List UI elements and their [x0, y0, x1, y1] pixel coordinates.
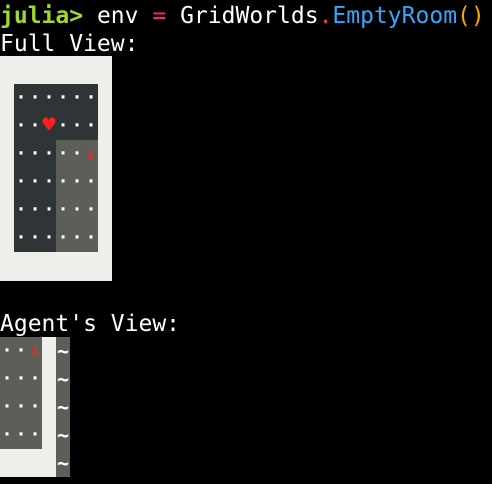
empty-cell: ·: [70, 140, 84, 168]
agent-view-label: Agent's View:: [0, 311, 181, 337]
agent-down-arrow-icon: ↓: [85, 143, 97, 164]
unknown-cell: ~: [56, 421, 70, 449]
empty-cell: ·: [28, 365, 42, 393]
empty-cell: ·: [28, 393, 42, 421]
empty-cell: ·: [0, 337, 14, 365]
empty-cell: ·: [28, 196, 42, 224]
empty-cell: ·: [56, 196, 70, 224]
goal-heart-icon: ♥: [42, 113, 56, 138]
empty-cell: ·: [42, 84, 56, 112]
variable-name: env: [96, 3, 139, 29]
empty-cell: ·: [0, 393, 14, 421]
empty-cell: ·: [56, 84, 70, 112]
out-of-bounds-cell: [42, 449, 56, 477]
empty-cell: ·: [42, 168, 56, 196]
empty-cell: ·: [70, 168, 84, 196]
empty-cell: ·: [70, 112, 84, 140]
empty-cell: ·: [42, 224, 56, 252]
empty-cell: ·: [84, 196, 98, 224]
empty-cell: ·: [14, 224, 28, 252]
empty-cell: ·: [56, 224, 70, 252]
empty-cell: ·: [84, 84, 98, 112]
empty-cell: ·: [28, 168, 42, 196]
goal-cell: ♥: [42, 112, 56, 140]
unknown-cell: ~: [56, 449, 70, 477]
empty-cell: ·: [56, 140, 70, 168]
agent-view-panel: · · ↓ ~ · · · ~ · · · ~ · · · ~ ~: [0, 337, 70, 477]
agent-down-arrow-icon: ↓: [29, 340, 41, 361]
full-view-grid: · · · · · · · · ♥ · · · · · · · · ↓ · · · · · · · · · · · · · · · · · ·: [14, 84, 98, 252]
agent-cell: ↓: [28, 337, 42, 365]
empty-cell: ·: [42, 140, 56, 168]
empty-cell: ·: [56, 168, 70, 196]
empty-cell: ·: [28, 224, 42, 252]
empty-cell: ·: [14, 393, 28, 421]
empty-cell: ·: [42, 196, 56, 224]
empty-cell: ·: [0, 421, 14, 449]
empty-cell: ·: [70, 196, 84, 224]
module-dot: .: [318, 3, 333, 29]
empty-cell: ·: [14, 196, 28, 224]
out-of-bounds-cell: [42, 337, 56, 365]
constructor-name: EmptyRoom: [332, 3, 458, 29]
out-of-bounds-cell: [0, 449, 14, 477]
empty-cell: ·: [14, 421, 28, 449]
repl-command-line: julia> env = GridWorlds.EmptyRoom(): [0, 2, 485, 30]
out-of-bounds-cell: [28, 449, 42, 477]
agent-view-grid: · · ↓ ~ · · · ~ · · · ~ · · · ~ ~: [0, 337, 70, 477]
empty-cell: ·: [28, 421, 42, 449]
module-name: GridWorlds: [180, 3, 319, 29]
empty-cell: ·: [14, 140, 28, 168]
out-of-bounds-cell: [42, 421, 56, 449]
agent-cell: ↓: [84, 140, 98, 168]
empty-cell: ·: [84, 224, 98, 252]
full-view-panel: · · · · · · · · ♥ · · · · · · · · ↓ · · · · · · · · · · · · · · · · · ·: [0, 56, 112, 281]
empty-cell: ·: [84, 168, 98, 196]
empty-cell: ·: [14, 168, 28, 196]
empty-cell: ·: [14, 337, 28, 365]
unknown-cell: ~: [56, 337, 70, 365]
empty-cell: ·: [28, 140, 42, 168]
empty-cell: ·: [56, 112, 70, 140]
empty-cell: ·: [70, 224, 84, 252]
empty-cell: ·: [14, 365, 28, 393]
empty-cell: ·: [28, 84, 42, 112]
empty-cell: ·: [14, 112, 28, 140]
repl-prompt: julia>: [0, 3, 84, 29]
call-parens: (): [457, 3, 485, 29]
empty-cell: ·: [28, 112, 42, 140]
empty-cell: ·: [84, 112, 98, 140]
empty-cell: ·: [14, 84, 28, 112]
empty-cell: ·: [70, 84, 84, 112]
full-view-label: Full View:: [0, 31, 139, 57]
unknown-cell: ~: [56, 393, 70, 421]
assign-operator: =: [152, 3, 167, 29]
out-of-bounds-cell: [14, 449, 28, 477]
out-of-bounds-cell: [42, 393, 56, 421]
out-of-bounds-cell: [42, 365, 56, 393]
unknown-cell: ~: [56, 365, 70, 393]
empty-cell: ·: [0, 365, 14, 393]
